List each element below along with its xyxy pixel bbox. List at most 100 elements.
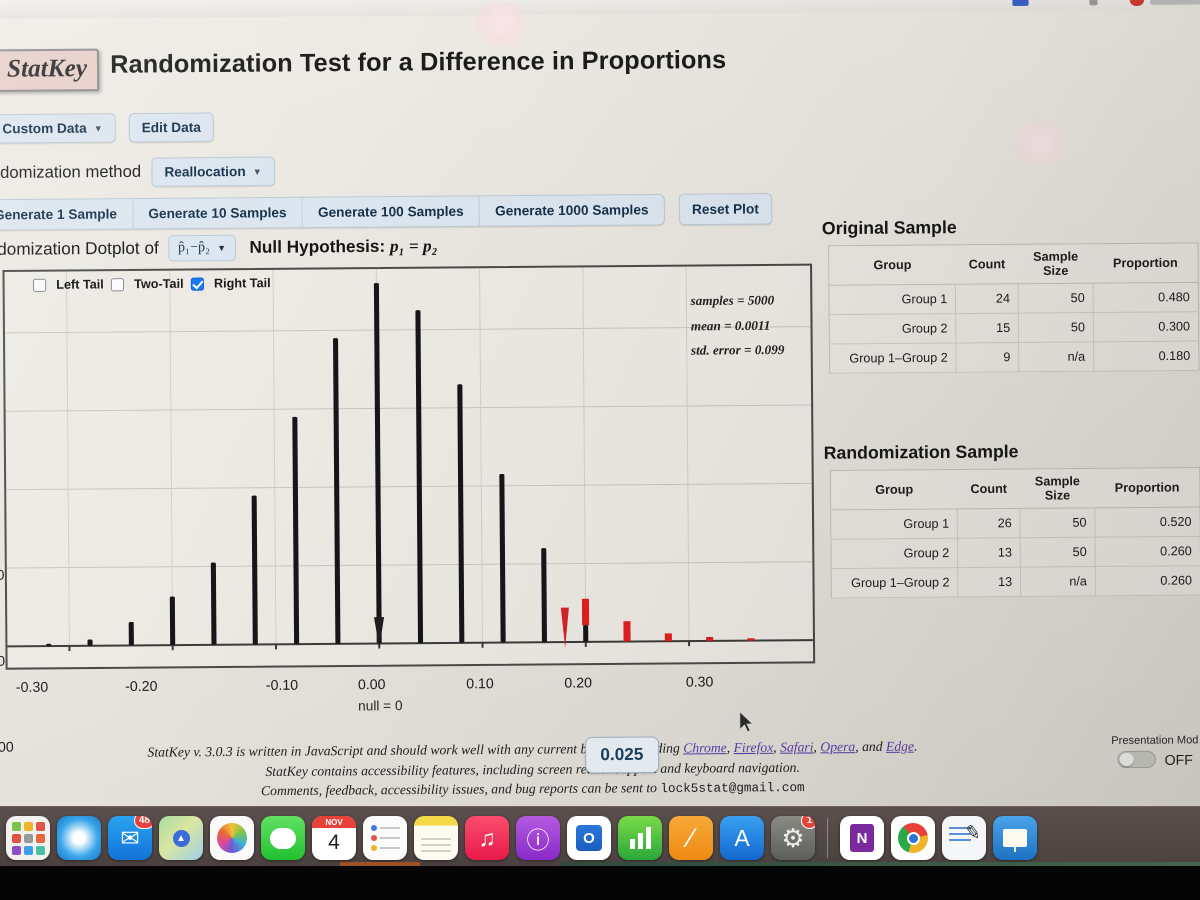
cell-group: Group 1–Group 2: [829, 342, 957, 374]
th-count: Count: [955, 244, 1019, 285]
generate-1000-samples-button[interactable]: Generate 1000 Samples: [480, 195, 664, 226]
link-safari[interactable]: Safari: [780, 739, 814, 754]
randomization-method-dropdown[interactable]: Reallocation ▼: [151, 156, 276, 187]
x-axis-label-3: 0.00: [357, 675, 386, 693]
left-tail-label: Left Tail: [56, 277, 104, 292]
generate-100-samples-button[interactable]: Generate 100 Samples: [302, 196, 481, 228]
presentation-mode-row: OFF: [1099, 750, 1200, 769]
dock-icon-numbers[interactable]: [618, 816, 662, 860]
link-chrome[interactable]: Chrome: [683, 740, 727, 756]
presentation-mode-state: OFF: [1164, 750, 1193, 768]
cell-proportion: 0.180: [1093, 341, 1199, 372]
th-group: Group: [828, 244, 956, 286]
dock-icon-safari[interactable]: ✦: [57, 816, 101, 860]
dock-icon-messages[interactable]: [261, 816, 305, 860]
mouse-cursor-icon: [739, 711, 755, 733]
dock-icon-notes[interactable]: [414, 816, 458, 860]
th-group: Group: [830, 469, 958, 510]
th-proportion: Proportion: [1092, 242, 1199, 284]
null-marker-label: null = 0: [358, 697, 403, 714]
chevron-down-icon: ▼: [217, 242, 227, 254]
dock-separator: [827, 818, 828, 858]
dock: ✦ ✉ 48 ▲ NOV 4 ♫ ⓘ O ∕ A ⚙ 1 N ✎: [0, 810, 1200, 866]
dock-icon-onenote[interactable]: N: [840, 816, 884, 860]
generate-1-sample-button[interactable]: Generate 1 Sample: [0, 199, 134, 230]
plot-statistics: samples = 5000 mean = 0.0011 std. error …: [691, 288, 785, 364]
two-tail-checkbox[interactable]: [110, 277, 125, 291]
laptop-screen: StatKey Randomization Test for a Differe…: [0, 0, 1200, 841]
dock-icon-system-settings[interactable]: ⚙ 1: [771, 816, 815, 860]
table-row: Group 2 13 50 0.260: [830, 536, 1200, 569]
statistic-label: p̂₁−p̂₂: [177, 240, 211, 256]
generate-10-samples-button[interactable]: Generate 10 Samples: [133, 197, 303, 229]
dock-icon-calendar[interactable]: NOV 4: [312, 816, 356, 860]
cell-sample-size: 50: [1018, 283, 1094, 314]
x-axis-label-5: 0.20: [564, 674, 592, 691]
dock-icon-pages[interactable]: ∕: [669, 816, 713, 860]
link-edge[interactable]: Edge: [886, 738, 914, 753]
x-axis-label-1: -0.20: [125, 677, 158, 695]
custom-data-dropdown[interactable]: Custom Data ▼: [0, 113, 117, 144]
chevron-down-icon: ▼: [252, 166, 262, 177]
cell-count: 15: [956, 313, 1019, 343]
left-tail-checkbox[interactable]: [32, 278, 47, 292]
link-opera[interactable]: Opera: [820, 739, 855, 754]
dock-icon-outlook[interactable]: O: [567, 816, 611, 860]
cell-group: Group 1: [828, 284, 957, 315]
randomization-sample-table: Group Count Sample Size Proportion Group…: [829, 467, 1200, 599]
table-header-row: Group Count Sample Size Proportion: [830, 467, 1200, 510]
dock-badge-system-settings: 1: [801, 816, 815, 829]
dock-icon-app-store[interactable]: A: [720, 816, 764, 860]
dock-icon-music[interactable]: ♫: [465, 816, 509, 860]
presentation-mode: Presentation Mod OFF: [1099, 734, 1200, 769]
dock-icon-launchpad[interactable]: [6, 816, 50, 860]
dock-icon-podcasts[interactable]: ⓘ: [516, 816, 560, 860]
dock-icon-chrome[interactable]: [891, 816, 935, 860]
randomization-method-value: Reallocation: [164, 163, 246, 180]
cell-group: Group 1: [830, 508, 958, 540]
two-tail-label: Two-Tail: [134, 276, 184, 292]
tail-proportion-box[interactable]: 0.025: [585, 736, 659, 774]
randomization-method-row: andomization method Reallocation ▼: [0, 156, 276, 189]
tail-selector: Left Tail Two-Tail Right Tail: [32, 275, 274, 292]
x-axis-label-2: -0.10: [265, 676, 299, 693]
right-tail-checkbox[interactable]: [190, 277, 204, 291]
th-proportion: Proportion: [1094, 467, 1200, 508]
randomization-sample-title: Randomization Sample: [823, 441, 1019, 463]
th-sample-size: Sample Size: [1018, 243, 1094, 284]
dock-icon-maps[interactable]: ▲: [159, 816, 203, 860]
link-firefox[interactable]: Firefox: [733, 740, 773, 755]
stat-samples: samples = 5000: [690, 292, 775, 309]
null-hypothesis-label: Null Hypothesis: p₁ = p₂: [249, 236, 437, 258]
generate-segmented-group: Generate 1 Sample Generate 10 Samples Ge…: [0, 193, 665, 231]
cell-sample-size: n/a: [1018, 341, 1094, 372]
statistic-dropdown[interactable]: p̂₁−p̂₂ ▼: [167, 234, 237, 262]
dock-icon-textedit[interactable]: ✎: [942, 816, 986, 860]
cell-count: 13: [957, 537, 1021, 568]
null-hypothesis-text: Null Hypothesis:: [249, 236, 386, 257]
cell-proportion: 0.300: [1093, 311, 1199, 342]
dock-icon-photos[interactable]: [210, 816, 254, 860]
dock-icon-mail[interactable]: ✉ 48: [108, 816, 152, 860]
photo-of-screen: StatKey Randomization Test for a Differe…: [0, 0, 1200, 900]
null-hypothesis-expression: p₁ = p₂: [389, 236, 438, 256]
right-tail-label: Right Tail: [213, 275, 271, 291]
edit-data-button[interactable]: Edit Data: [128, 112, 215, 143]
plot-frame[interactable]: Left Tail Two-Tail Right Tail samples = …: [2, 263, 816, 670]
page-header: StatKey Randomization Test for a Differe…: [0, 32, 1200, 92]
cell-proportion: 0.520: [1094, 507, 1200, 538]
table-header-row: Group Count Sample Size Proportion: [828, 242, 1199, 286]
statkey-logo[interactable]: StatKey: [0, 48, 100, 92]
randomization-dotplot: 400 300 200 100 0 Left Tail Two-Tail Rig…: [0, 263, 816, 841]
cell-proportion: 0.260: [1095, 565, 1200, 596]
reset-plot-button[interactable]: Reset Plot: [678, 193, 773, 226]
chevron-down-icon: ▼: [93, 122, 103, 134]
footer-email[interactable]: lock5stat@gmail.com: [660, 781, 804, 796]
dock-icon-keynote[interactable]: [993, 816, 1037, 860]
randomization-method-label: andomization method: [0, 162, 142, 183]
original-sample-table: Group Count Sample Size Proportion Group…: [828, 242, 1200, 374]
th-sample-size: Sample Size: [1019, 468, 1095, 509]
stat-mean: mean = 0.0011: [690, 317, 771, 334]
presentation-mode-toggle[interactable]: [1116, 750, 1156, 769]
dock-icon-reminders[interactable]: [363, 816, 407, 860]
